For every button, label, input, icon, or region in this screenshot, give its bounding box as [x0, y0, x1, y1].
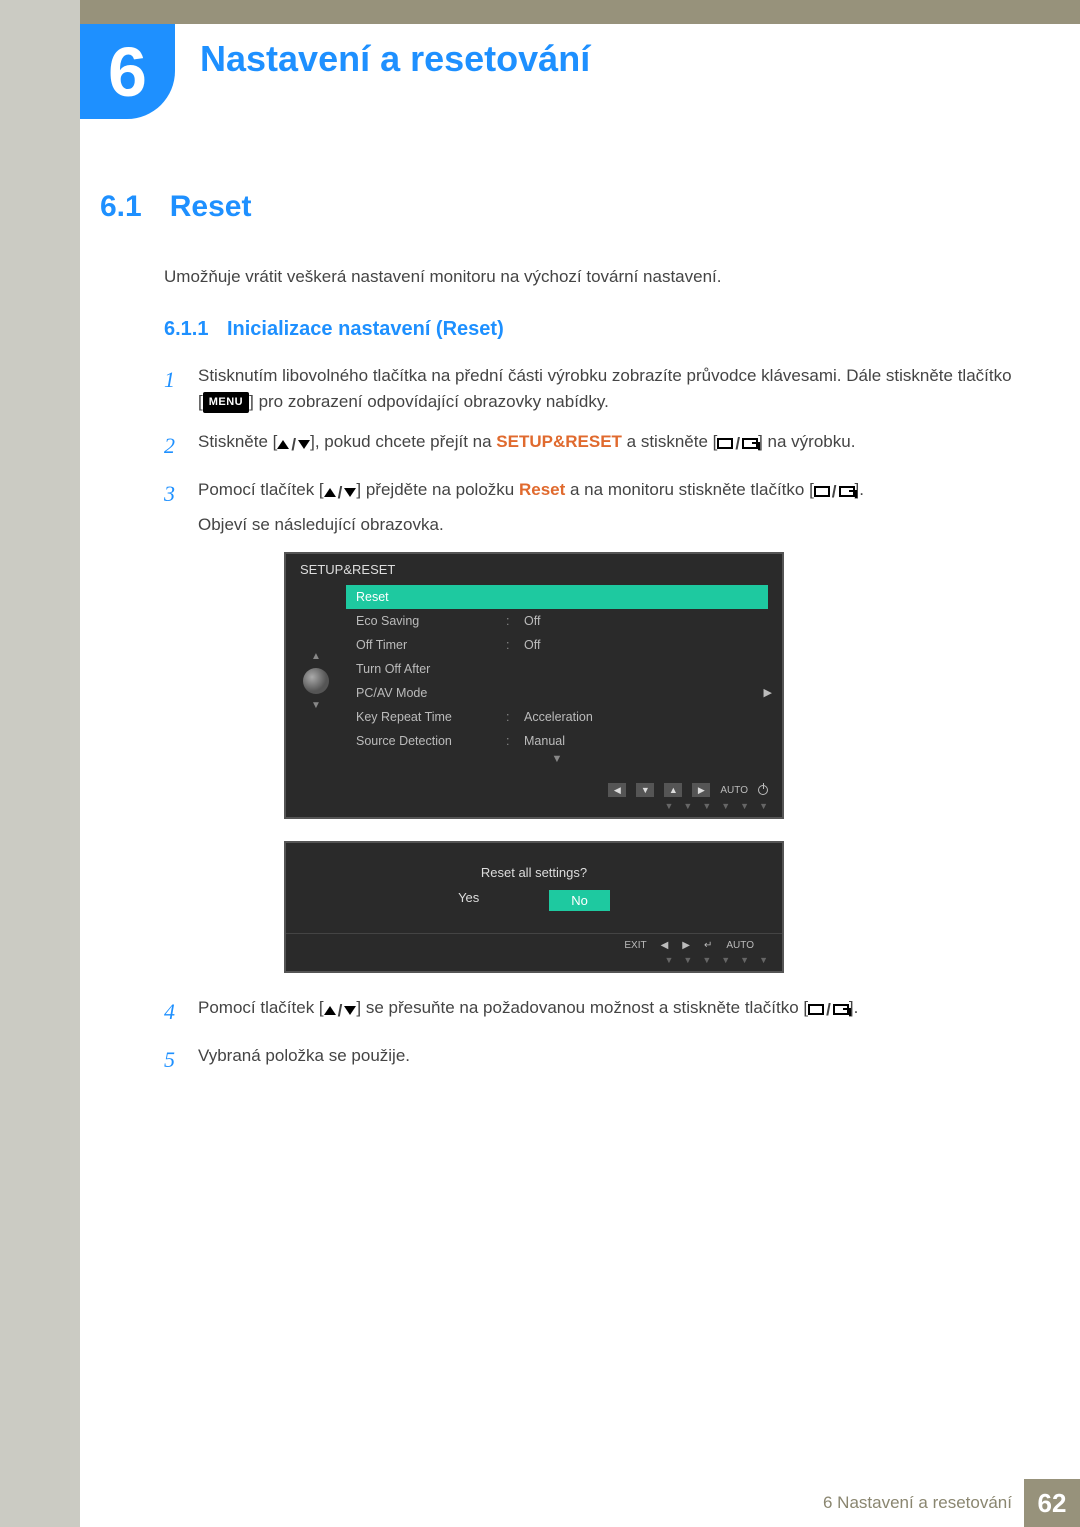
up-down-icon: / [324, 998, 357, 1024]
step-4: 4 Pomocí tlačítek [/] se přesuňte na pož… [164, 995, 1020, 1029]
subsection-heading: 6.1.1 Inicializace nastavení (Reset) [164, 318, 1020, 341]
osd-row-key-repeat-time: Key Repeat Time : Acceleration [346, 705, 768, 729]
steps-list: 1 Stisknutím libovolného tlačítka na pře… [164, 363, 1020, 1078]
section-number: 6.1 [100, 190, 142, 224]
left-sidebar [0, 0, 80, 1527]
step-text: Pomocí tlačítek [/] přejděte na položku … [198, 477, 864, 538]
step-text: Stiskněte [/], pokud chcete přejít na SE… [198, 429, 855, 463]
chapter-number-badge: 6 [80, 24, 175, 119]
content-area: 6.1 Reset Umožňuje vrátit veškerá nastav… [100, 190, 1020, 1091]
step-number: 5 [164, 1043, 184, 1077]
osd-row-off-timer: Off Timer : Off [346, 633, 768, 657]
page-footer: 6 Nastavení a resetování 62 [0, 1479, 1080, 1527]
osd-confirm-question: Reset all settings? [286, 843, 782, 890]
subsection-number: 6.1.1 [164, 318, 208, 340]
power-icon [758, 785, 768, 795]
osd-option-no: No [549, 890, 610, 911]
section-title: Reset [170, 190, 252, 224]
rect-enter-icon: / [808, 997, 849, 1023]
step-number: 3 [164, 477, 184, 538]
subsection-title: Inicializace nastavení (Reset) [227, 318, 504, 340]
reset-keyword: Reset [519, 480, 565, 499]
step-text: Pomocí tlačítek [/] se přesuňte na požad… [198, 995, 858, 1029]
setup-reset-keyword: SETUP&RESET [496, 432, 622, 451]
osd-menu-list: Reset Eco Saving : Off Off Timer : Off [346, 585, 782, 777]
osd-nav-bar: ◀ ▼ ▲ ▶ AUTO [286, 777, 782, 801]
osd-row-eco-saving: Eco Saving : Off [346, 609, 768, 633]
step-text: Vybraná položka se použije. [198, 1043, 410, 1077]
section-heading: 6.1 Reset [100, 190, 1020, 224]
osd-row-reset: Reset [346, 585, 768, 609]
step-number: 1 [164, 363, 184, 416]
rect-enter-icon: / [814, 479, 855, 505]
step-1: 1 Stisknutím libovolného tlačítka na pře… [164, 363, 1020, 416]
osd-more-indicator: ▼ [346, 753, 768, 769]
osd-tiny-arrows: ▼▼▼▼▼▼ [286, 955, 782, 971]
rect-enter-icon: / [717, 431, 758, 457]
step-text: Stisknutím libovolného tlačítka na předn… [198, 363, 1020, 416]
nav-exit-label: EXIT [624, 940, 646, 951]
nav-auto-label: AUTO [720, 785, 748, 796]
top-bar [80, 0, 1080, 24]
nav-enter-icon: ↵ [704, 940, 712, 951]
page-number: 62 [1024, 1479, 1080, 1527]
nav-up-icon: ▲ [664, 783, 682, 797]
osd-nav-bar: EXIT ◀ ▶ ↵ AUTO [286, 933, 782, 955]
footer-chapter-label: 6 Nastavení a resetování [823, 1479, 1024, 1527]
osd-row-pc-av-mode: PC/AV Mode [346, 681, 768, 705]
nav-down-icon: ▼ [636, 783, 654, 797]
step-number: 4 [164, 995, 184, 1029]
chapter-title: Nastavení a resetování [200, 38, 590, 80]
gear-icon [303, 668, 329, 694]
osd-title: SETUP&RESET [286, 554, 782, 585]
nav-auto-label: AUTO [726, 940, 754, 951]
step-3: 3 Pomocí tlačítek [/] přejděte na položk… [164, 477, 1020, 538]
osd-screenshot-confirm: Reset all settings? Yes No EXIT ◀ ▶ ↵ AU… [284, 841, 784, 973]
nav-right-icon: ▶ [692, 783, 710, 797]
up-down-icon: / [277, 432, 310, 458]
nav-left-icon: ◀ [608, 783, 626, 797]
osd-screenshot-setup-reset: SETUP&RESET ▲ ▼ Reset Eco Saving : [284, 552, 1020, 973]
osd-tiny-arrows: ▼▼▼▼▼▼ [286, 801, 782, 817]
osd-row-source-detection: Source Detection : Manual [346, 729, 768, 753]
step-5: 5 Vybraná položka se použije. [164, 1043, 1020, 1077]
osd-left-indicator: ▲ ▼ [286, 585, 346, 777]
step-2: 2 Stiskněte [/], pokud chcete přejít na … [164, 429, 1020, 463]
nav-right-icon: ▶ [682, 940, 690, 951]
up-down-icon: / [324, 480, 357, 506]
osd-submenu-arrow-icon: ▶ [764, 686, 772, 699]
osd-row-turn-off-after: Turn Off After [346, 657, 768, 681]
step-number: 2 [164, 429, 184, 463]
nav-left-icon: ◀ [661, 940, 669, 951]
menu-badge: MENU [203, 392, 249, 413]
osd-option-yes: Yes [458, 890, 479, 911]
section-intro: Umožňuje vrátit veškerá nastavení monito… [164, 264, 1020, 290]
